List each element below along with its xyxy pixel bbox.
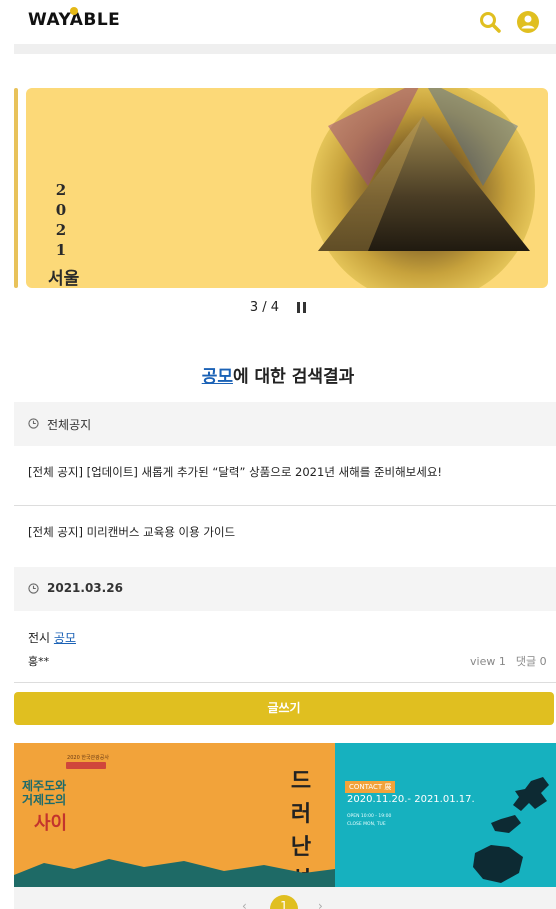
chevron-right-icon[interactable]: › bbox=[318, 899, 323, 909]
previous-slide-peek[interactable] bbox=[14, 88, 18, 288]
divider bbox=[14, 682, 556, 683]
exhibition-banner[interactable]: 2020 한국관광공사 제주도와 거제도의 사이 드 러 난 섬 CONTACT… bbox=[14, 743, 556, 887]
entry-author: 홍** bbox=[28, 655, 50, 668]
banner-left-panel: 2020 한국관광공사 제주도와 거제도의 사이 드 러 난 섬 bbox=[14, 743, 335, 887]
search-icon[interactable] bbox=[478, 10, 502, 34]
banner-title-line2: 거제도의 bbox=[22, 793, 67, 807]
comment-count: 댓글 0 bbox=[515, 655, 547, 668]
slide-year-digit: 0 bbox=[55, 201, 67, 219]
carousel-slide[interactable]: 2021 서울 bbox=[26, 88, 548, 288]
slide-year-digit: 2 bbox=[55, 181, 67, 199]
search-result-title: 공모에 대한 검색결과 bbox=[0, 362, 556, 387]
pause-icon[interactable] bbox=[297, 302, 307, 313]
search-result-suffix: 에 대한 검색결과 bbox=[232, 367, 355, 387]
carousel-counter: 3 / 4 bbox=[249, 300, 280, 315]
notice-section-label: 전체공지 bbox=[47, 418, 92, 432]
list-item[interactable]: [전체 공지] [업데이트] 새롭게 추가된 “달력” 상품으로 2021년 새… bbox=[14, 446, 556, 506]
banner-info-line: CLOSE MON, TUE bbox=[347, 822, 386, 827]
list-item-title[interactable]: [전체 공지] 미리캔버스 교육용 이용 가이드 bbox=[28, 524, 235, 540]
entry-title[interactable]: 전시 공모 bbox=[28, 629, 76, 646]
banner-mountains bbox=[14, 859, 335, 887]
view-count: view 1 bbox=[470, 655, 506, 668]
header-divider-band bbox=[14, 44, 556, 54]
slide-year-digit: 1 bbox=[55, 241, 67, 259]
banner-info-line: OPEN 10:00 - 19:00 bbox=[347, 814, 392, 819]
banner-right-panel: CONTACT 展 2020.11.20.- 2021.01.17. OPEN … bbox=[335, 743, 556, 887]
slide-city: 서울 bbox=[48, 269, 80, 288]
write-button[interactable]: 글쓰기 bbox=[14, 692, 554, 725]
slide-year-digit: 2 bbox=[55, 221, 67, 239]
banner-title-sai: 사이 bbox=[34, 813, 68, 834]
slide-year: 2021 bbox=[52, 180, 70, 260]
notice-section-header: 전체공지 bbox=[14, 402, 556, 446]
carousel-pager: 3 / 4 bbox=[0, 300, 556, 318]
date-section-label: 2021.03.26 bbox=[47, 581, 123, 595]
clock-icon bbox=[28, 418, 39, 429]
slide-artwork bbox=[311, 88, 535, 288]
header: WAYABLE bbox=[0, 0, 556, 44]
banner-title: 제주도와 거제도의 bbox=[22, 779, 66, 807]
list-item[interactable]: [전체 공지] 미리캔버스 교육용 이용 가이드 bbox=[14, 506, 556, 566]
banner-carousel[interactable]: 2021 서울 bbox=[0, 88, 556, 288]
banner-islands bbox=[473, 777, 549, 883]
search-keyword[interactable]: 공모 bbox=[202, 367, 233, 387]
banner-vertical-char: 드 bbox=[290, 769, 312, 794]
date-section-header: 2021.03.26 bbox=[14, 567, 556, 611]
chevron-left-icon[interactable]: ‹ bbox=[242, 899, 247, 909]
banner-badge bbox=[66, 762, 106, 769]
banner-title-line1: 제주도와 bbox=[22, 779, 67, 793]
clock-icon bbox=[28, 583, 39, 594]
list-item-title[interactable]: [전체 공지] [업데이트] 새롭게 추가된 “달력” 상품으로 2021년 새… bbox=[28, 464, 442, 480]
logo-accent-dot bbox=[70, 7, 78, 15]
entry-meta: view 1 댓글 0 bbox=[470, 653, 547, 669]
banner-vertical-char: 러 bbox=[290, 802, 312, 827]
entry-title-keyword[interactable]: 공모 bbox=[54, 631, 76, 645]
banner-contact-label: CONTACT 展 bbox=[345, 781, 396, 793]
banner-info: OPEN 10:00 - 19:00 CLOSE MON, TUE bbox=[347, 813, 391, 829]
banner-date: 2020.11.20.- 2021.01.17. bbox=[347, 794, 475, 805]
entry-title-prefix: 전시 bbox=[28, 631, 54, 645]
user-icon[interactable] bbox=[516, 10, 540, 34]
banner-small-caption: 2020 한국관광공사 bbox=[67, 755, 109, 761]
